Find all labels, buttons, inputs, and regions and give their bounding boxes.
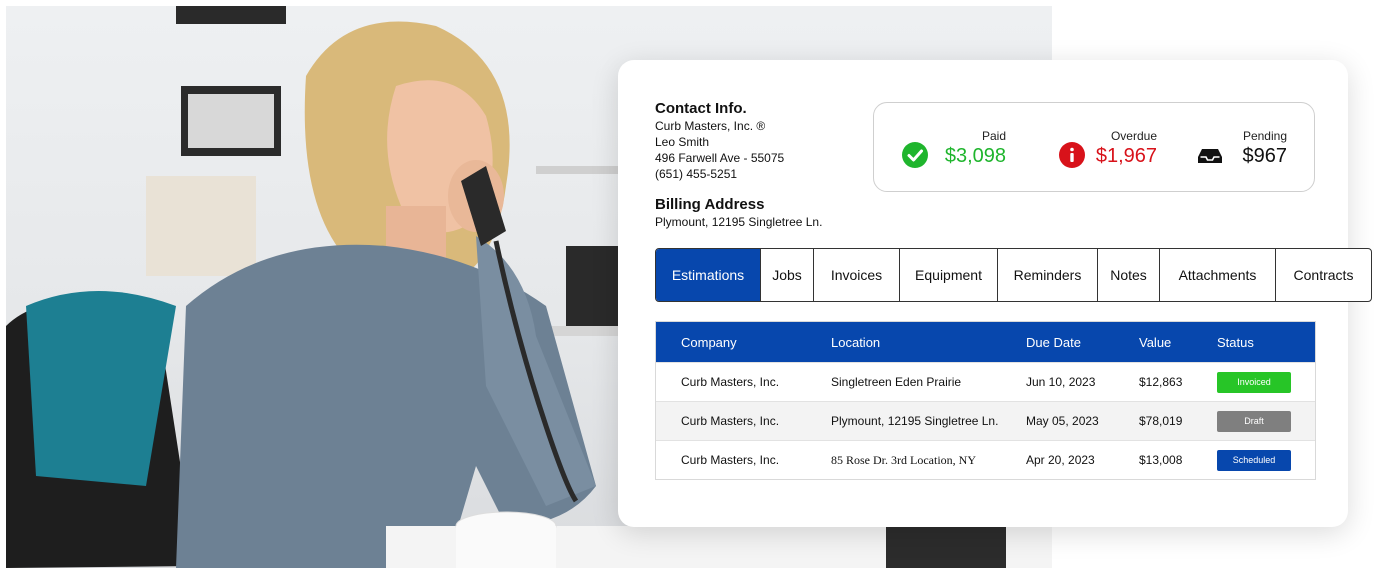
tab-estimations[interactable]: Estimations (656, 249, 760, 301)
column-header-location[interactable]: Location (831, 322, 880, 362)
due-date-cell: Jun 10, 2023 (1026, 375, 1096, 389)
billing-heading: Billing Address (655, 196, 765, 213)
tab-jobs[interactable]: Jobs (760, 249, 813, 301)
paid-amount: $3,098 (944, 145, 1006, 167)
location-cell: 85 Rose Dr. 3rd Location, NY (831, 452, 976, 467)
value-cell: $78,019 (1139, 414, 1183, 428)
customer-card: Contact Info. Curb Masters, Inc. ® Leo S… (618, 60, 1372, 527)
billing-address: Plymount, 12195 Singletree Ln. (655, 215, 823, 229)
tab-bar: Estimations Jobs Invoices Equipment Remi… (655, 248, 1372, 302)
contact-phone: (651) 455-5251 (655, 167, 738, 181)
table-row[interactable]: Curb Masters, Inc. 85 Rose Dr. 3rd Locat… (656, 440, 1315, 479)
overdue-stat: Overdue $1,967 (1059, 129, 1157, 169)
tab-attachments[interactable]: Attachments (1159, 249, 1275, 301)
location-cell: Plymount, 12195 Singletree Ln. (831, 414, 999, 428)
column-header-status[interactable]: Status (1217, 322, 1254, 362)
info-circle-icon (1059, 142, 1085, 168)
paid-label: Paid (981, 129, 1006, 143)
check-circle-icon (902, 142, 928, 168)
contact-heading: Contact Info. (655, 100, 747, 117)
billing-info: Billing Address Plymount, 12195 Singletr… (655, 196, 822, 230)
estimations-table: Company Location Due Date Value Status C… (655, 321, 1316, 480)
column-header-due-date[interactable]: Due Date (1026, 322, 1081, 362)
table-row[interactable]: Curb Masters, Inc. Plymount, 12195 Singl… (656, 401, 1315, 440)
company-cell: Curb Masters, Inc. (681, 375, 780, 389)
status-badge-scheduled: Scheduled (1217, 449, 1291, 471)
pending-amount: $967 (1242, 145, 1288, 167)
tab-reminders[interactable]: Reminders (997, 249, 1097, 301)
tab-contracts[interactable]: Contracts (1275, 249, 1371, 301)
column-header-company[interactable]: Company (681, 322, 737, 362)
table-row[interactable]: Curb Masters, Inc. Singletreen Eden Prai… (656, 362, 1315, 401)
contact-address: 496 Farwell Ave - 55075 (655, 151, 785, 165)
tab-notes[interactable]: Notes (1097, 249, 1159, 301)
overdue-label: Overdue (1110, 129, 1157, 143)
overdue-amount: $1,967 (1095, 145, 1157, 167)
contact-person: Leo Smith (655, 135, 710, 149)
column-header-value[interactable]: Value (1139, 322, 1171, 362)
company-cell: Curb Masters, Inc. (681, 414, 780, 428)
tab-invoices[interactable]: Invoices (813, 249, 899, 301)
pending-label: Pending (1242, 129, 1287, 143)
value-cell: $13,008 (1139, 453, 1183, 467)
due-date-cell: May 05, 2023 (1026, 414, 1099, 428)
due-date-cell: Apr 20, 2023 (1026, 453, 1095, 467)
contact-company: Curb Masters, Inc. ® (655, 119, 766, 133)
status-badge-invoiced: Invoiced (1217, 371, 1291, 393)
value-cell: $12,863 (1139, 375, 1183, 389)
inbox-tray-icon (1198, 149, 1222, 163)
paid-stat: Paid $3,098 (902, 129, 1006, 169)
tab-equipment[interactable]: Equipment (899, 249, 997, 301)
pending-stat: Pending $967 (1197, 129, 1287, 169)
company-cell: Curb Masters, Inc. (681, 453, 780, 467)
table-header: Company Location Due Date Value Status (656, 322, 1315, 362)
location-cell: Singletreen Eden Prairie (831, 375, 962, 389)
contact-info: Contact Info. Curb Masters, Inc. ® Leo S… (655, 100, 784, 182)
status-badge-draft: Draft (1217, 410, 1291, 432)
payment-summary: Paid $3,098 Overdue $1,967 Pending $967 (873, 102, 1315, 192)
